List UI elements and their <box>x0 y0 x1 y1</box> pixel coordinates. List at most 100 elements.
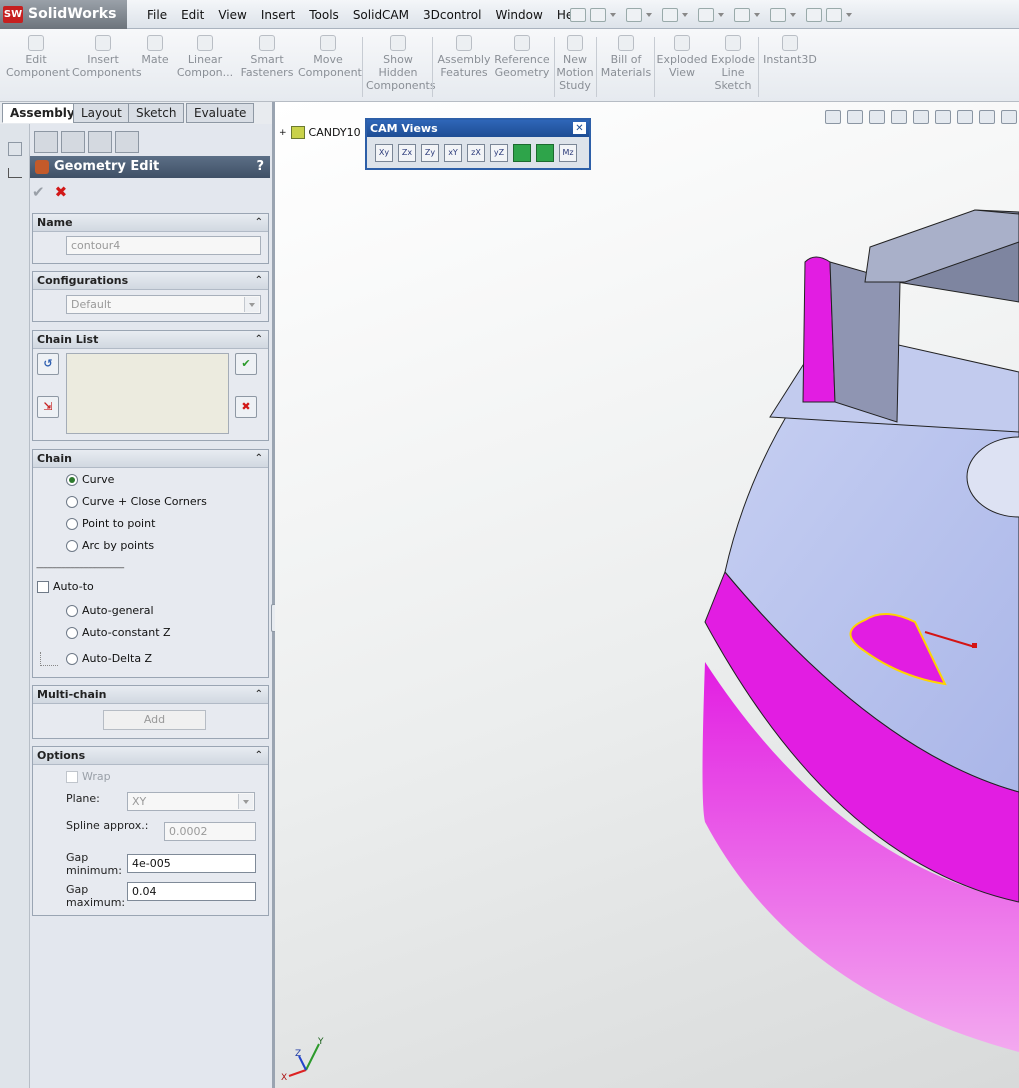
multi-chain-group-header[interactable]: Multi-chain ⌃ <box>33 686 268 704</box>
view-yz-reverse-icon[interactable]: yZ <box>490 144 508 162</box>
chain-list-group-header[interactable]: Chain List ⌃ <box>33 331 268 349</box>
menu-edit[interactable]: Edit <box>174 8 211 22</box>
section-view-icon[interactable] <box>891 110 907 124</box>
reference-geometry-button[interactable]: Reference Geometry <box>494 35 550 79</box>
view-xy-reverse-icon[interactable]: xY <box>444 144 462 162</box>
chain-list-box[interactable] <box>66 353 229 434</box>
explode-line-sketch-button[interactable]: Explode Line Sketch <box>710 35 756 92</box>
view-orientation-icon[interactable] <box>913 110 929 124</box>
view-xy-icon[interactable]: Xy <box>375 144 393 162</box>
options-group-header[interactable]: Options ⌃ <box>33 747 268 765</box>
menu-insert[interactable]: Insert <box>254 8 302 22</box>
collapse-chevron-icon[interactable]: ⌃ <box>255 747 263 765</box>
menu-3dcontrol[interactable]: 3Dcontrol <box>416 8 488 22</box>
zoom-to-fit-icon[interactable] <box>825 110 841 124</box>
radio-auto-delta-z[interactable]: Auto-Delta Z <box>66 652 152 665</box>
insert-components-button[interactable]: Insert Components <box>72 35 142 79</box>
new-document-icon[interactable] <box>590 7 606 22</box>
scene-icon[interactable] <box>1001 110 1017 124</box>
tab-assembly[interactable]: Assembly <box>2 103 83 123</box>
radio-button-selected[interactable] <box>66 473 78 486</box>
undo-dropdown-icon[interactable] <box>754 12 760 17</box>
name-field[interactable]: contour4 <box>66 236 261 255</box>
smart-fasteners-button[interactable]: Smart Fasteners <box>240 35 294 79</box>
collapse-chevron-icon[interactable]: ⌃ <box>255 331 263 349</box>
wrap-checkbox[interactable]: Wrap <box>66 770 111 783</box>
chain-group-header[interactable]: Chain ⌃ <box>33 450 268 468</box>
move-component-button[interactable]: Move Component <box>298 35 362 79</box>
feature-manager-tab-icon[interactable] <box>34 131 58 153</box>
chevron-down-icon[interactable] <box>244 297 259 312</box>
previous-view-icon[interactable] <box>869 110 885 124</box>
view-zy-icon[interactable]: Zy <box>421 144 439 162</box>
radio-button[interactable] <box>66 652 78 665</box>
cam-views-toolbar[interactable]: CAM Views ✕ Xy Zx Zy xY zX yZ Mz <box>365 118 591 170</box>
view-zx-reverse-icon[interactable]: zX <box>467 144 485 162</box>
radio-auto-general[interactable]: Auto-general <box>66 604 154 617</box>
print-dropdown-icon[interactable] <box>718 12 724 17</box>
tab-evaluate[interactable]: Evaluate <box>186 103 255 123</box>
bill-of-materials-button[interactable]: Bill of Materials <box>600 35 652 79</box>
linear-component-pattern-button[interactable]: Linear Compon... <box>176 35 234 79</box>
undo-chain-button[interactable]: ↺ <box>37 353 59 375</box>
radio-arc-by-points[interactable]: Arc by points <box>66 539 154 552</box>
open-dropdown-icon[interactable] <box>646 12 652 17</box>
open-folder-icon[interactable] <box>626 7 642 22</box>
view-zx-icon[interactable]: Zx <box>398 144 416 162</box>
radio-point-to-point[interactable]: Point to point <box>66 517 155 530</box>
solidcam-manager-tab-icon[interactable] <box>115 131 139 153</box>
plane-select[interactable]: XY <box>127 792 255 811</box>
select-dropdown-icon[interactable] <box>790 12 796 17</box>
expand-plus-icon[interactable]: + <box>279 128 287 138</box>
auto-to-checkbox[interactable]: Auto-to <box>37 580 94 593</box>
show-hidden-components-button[interactable]: Show Hidden Components <box>366 35 436 92</box>
view-dimetric-icon[interactable] <box>536 144 554 162</box>
pin-icon[interactable] <box>570 7 586 22</box>
chevron-down-icon[interactable] <box>238 794 253 809</box>
menu-file[interactable]: File <box>140 8 174 22</box>
feature-tree-root[interactable]: + CANDY10 <box>279 126 361 139</box>
accept-chain-button[interactable]: ✔ <box>235 353 257 375</box>
step-icon[interactable] <box>8 168 22 178</box>
radio-button[interactable] <box>66 517 78 530</box>
radio-button[interactable] <box>66 539 78 552</box>
radio-button[interactable] <box>66 604 78 617</box>
menu-view[interactable]: View <box>211 8 253 22</box>
assembly-features-button[interactable]: Assembly Features <box>436 35 492 79</box>
display-style-icon[interactable] <box>935 110 951 124</box>
cam-views-titlebar[interactable]: CAM Views ✕ <box>367 120 589 137</box>
new-motion-study-button[interactable]: New Motion Study <box>556 35 594 92</box>
menu-solidcam[interactable]: SolidCAM <box>346 8 416 22</box>
radio-curve[interactable]: Curve <box>66 473 114 486</box>
menu-tools[interactable]: Tools <box>302 8 346 22</box>
gap-maximum-field[interactable]: 0.04 <box>127 882 256 901</box>
cancel-x-icon[interactable]: ✖ <box>55 183 68 201</box>
collapse-chevron-icon[interactable]: ⌃ <box>255 214 263 232</box>
collapse-chevron-icon[interactable]: ⌃ <box>255 272 263 290</box>
zoom-to-area-icon[interactable] <box>847 110 863 124</box>
view-mz-icon[interactable]: Mz <box>559 144 577 162</box>
sketch-tool-icon[interactable] <box>8 142 22 156</box>
rebuild-icon[interactable] <box>806 7 822 22</box>
exploded-view-button[interactable]: Exploded View <box>656 35 708 79</box>
configuration-manager-tab-icon[interactable] <box>88 131 112 153</box>
instant3d-button[interactable]: Instant3D <box>762 35 818 66</box>
save-icon[interactable] <box>662 7 678 22</box>
configurations-group-header[interactable]: Configurations ⌃ <box>33 272 268 290</box>
property-manager-tab-icon[interactable] <box>61 131 85 153</box>
radio-auto-constant-z[interactable]: Auto-constant Z <box>66 626 171 639</box>
save-dropdown-icon[interactable] <box>682 12 688 17</box>
configuration-select[interactable]: Default <box>66 295 261 314</box>
part-model[interactable] <box>275 102 1019 1088</box>
collapse-chevron-icon[interactable]: ⌃ <box>255 686 263 704</box>
new-dropdown-icon[interactable] <box>610 12 616 17</box>
checkbox[interactable] <box>66 770 78 783</box>
help-button[interactable]: ? <box>256 156 264 178</box>
ok-check-icon[interactable]: ✔ <box>32 183 45 201</box>
radio-curve-close-corners[interactable]: Curve + Close Corners <box>66 495 207 508</box>
collapse-chevron-icon[interactable]: ⌃ <box>255 450 263 468</box>
spline-approx-field[interactable]: 0.0002 <box>164 822 256 841</box>
appearance-icon[interactable] <box>979 110 995 124</box>
select-arrow-icon[interactable] <box>770 7 786 22</box>
tab-sketch[interactable]: Sketch <box>128 103 185 123</box>
